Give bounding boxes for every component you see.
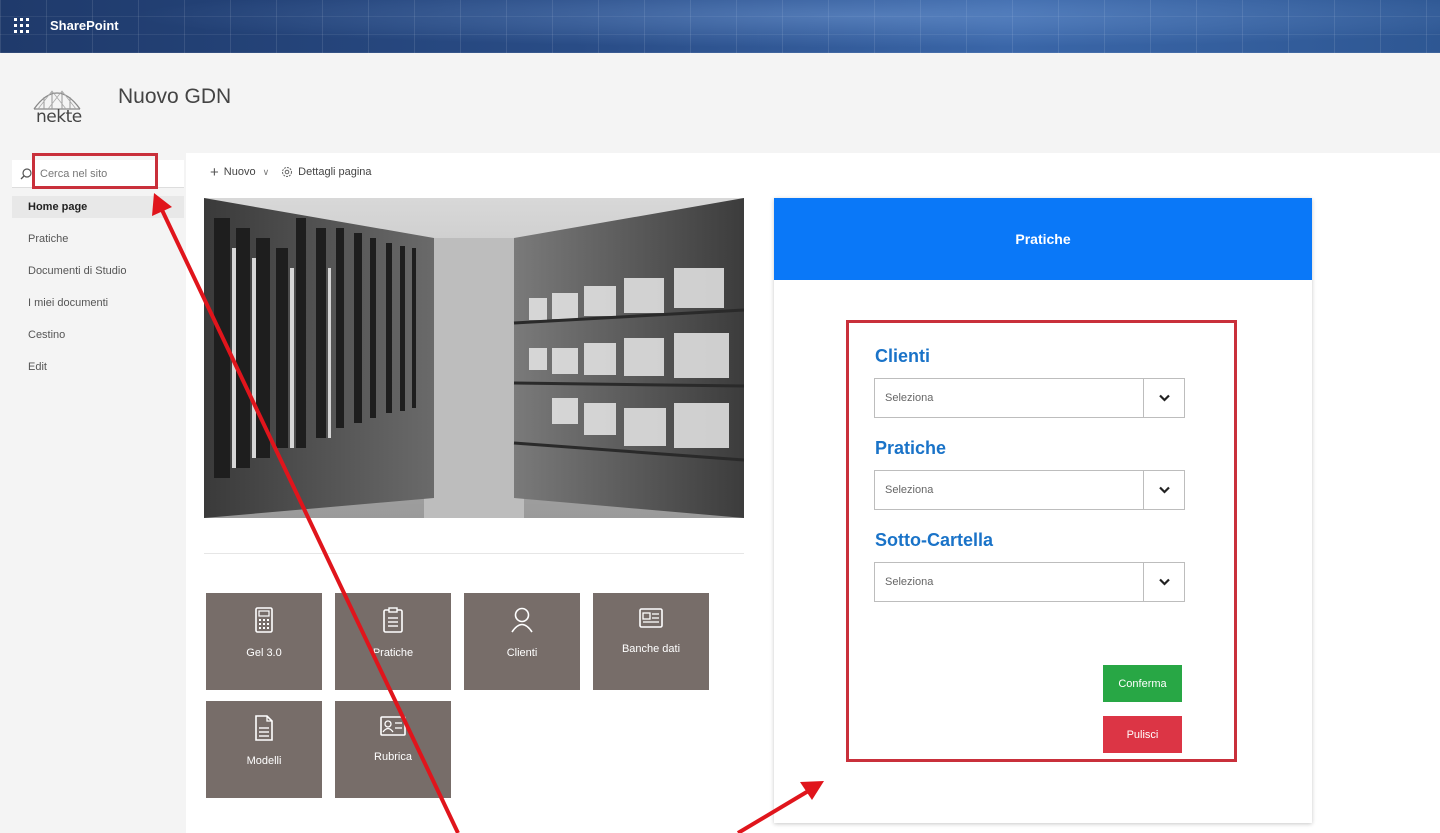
nav-item-home-page[interactable]: Home page bbox=[12, 196, 184, 218]
nav-item-i-miei-documenti[interactable]: I miei documenti bbox=[12, 292, 184, 324]
sotto-cartella-label: Sotto-Cartella bbox=[875, 530, 994, 550]
left-navigation: Home page Pratiche Documenti di Studio I… bbox=[12, 196, 184, 388]
site-header: nekte Nuovo GDN bbox=[0, 53, 1440, 153]
person-icon bbox=[511, 607, 533, 633]
chevron-down-icon bbox=[1158, 486, 1170, 494]
section-divider bbox=[204, 553, 744, 554]
card-header: Pratiche bbox=[774, 198, 1312, 280]
tile-label: Banche dati bbox=[621, 643, 681, 655]
site-title[interactable]: Nuovo GDN bbox=[118, 85, 231, 109]
tile-label: Rubrica bbox=[374, 751, 412, 763]
document-icon bbox=[255, 715, 273, 741]
search-highlight-box bbox=[32, 153, 158, 189]
tile-label: Gel 3.0 bbox=[246, 647, 282, 659]
pratiche-label: Pratiche bbox=[875, 438, 947, 458]
pratiche-dropdown-toggle[interactable] bbox=[1143, 471, 1184, 509]
sotto-cartella-dropdown-toggle[interactable] bbox=[1143, 563, 1184, 601]
calculator-icon bbox=[255, 607, 273, 633]
search-icon bbox=[20, 167, 32, 179]
sharepoint-brand-link[interactable]: SharePoint bbox=[50, 18, 119, 33]
pratiche-dropdown[interactable]: Seleziona bbox=[874, 470, 1185, 510]
chevron-down-icon bbox=[1158, 578, 1170, 586]
chevron-down-icon: ∨ bbox=[262, 166, 270, 177]
nav-item-documenti-di-studio[interactable]: Documenti di Studio bbox=[12, 260, 184, 292]
plus-icon: + bbox=[210, 163, 219, 181]
tile-clienti[interactable]: Clienti bbox=[464, 593, 580, 690]
archive-shelves-image bbox=[204, 198, 744, 518]
sotto-cartella-dropdown[interactable]: Seleziona bbox=[874, 562, 1185, 602]
page-details-button[interactable]: Dettagli pagina bbox=[281, 166, 372, 178]
card-title: Pratiche bbox=[1015, 231, 1071, 247]
suite-bar: SharePoint bbox=[0, 0, 1440, 53]
clienti-dropdown-value: Seleziona bbox=[885, 392, 934, 404]
pratiche-dropdown-value: Seleziona bbox=[885, 484, 934, 496]
tile-label: Clienti bbox=[506, 647, 538, 659]
sotto-cartella-dropdown-value: Seleziona bbox=[885, 576, 934, 588]
page-details-label: Dettagli pagina bbox=[298, 166, 372, 178]
tile-banche-dati[interactable]: Banche dati bbox=[593, 593, 709, 690]
command-bar: + Nuovo ∨ Dettagli pagina bbox=[210, 162, 372, 182]
database-icon bbox=[639, 608, 663, 628]
clienti-dropdown[interactable]: Seleziona bbox=[874, 378, 1185, 418]
new-label: Nuovo bbox=[223, 166, 256, 178]
clienti-label: Clienti bbox=[875, 346, 931, 366]
clienti-dropdown-toggle[interactable] bbox=[1143, 379, 1184, 417]
tile-modelli[interactable]: Modelli bbox=[206, 701, 322, 798]
tile-label: Pratiche bbox=[372, 647, 414, 659]
nav-item-pratiche[interactable]: Pratiche bbox=[12, 228, 184, 260]
app-launcher-icon[interactable] bbox=[14, 18, 30, 34]
confirm-button[interactable]: Conferma bbox=[1103, 665, 1182, 702]
contact-card-icon bbox=[380, 716, 406, 736]
nav-item-cestino[interactable]: Cestino bbox=[12, 324, 184, 356]
chevron-down-icon bbox=[1158, 394, 1170, 402]
gear-icon bbox=[282, 167, 293, 177]
tile-rubrica[interactable]: Rubrica bbox=[335, 701, 451, 798]
clipboard-icon bbox=[383, 607, 403, 633]
clear-button[interactable]: Pulisci bbox=[1103, 716, 1182, 753]
nav-item-edit[interactable]: Edit bbox=[12, 356, 184, 388]
new-button[interactable]: + Nuovo ∨ bbox=[210, 165, 269, 180]
tile-label: Modelli bbox=[246, 755, 282, 767]
logo-text: nekte bbox=[36, 107, 82, 127]
tile-pratiche[interactable]: Pratiche bbox=[335, 593, 451, 690]
tile-gel[interactable]: Gel 3.0 bbox=[206, 593, 322, 690]
